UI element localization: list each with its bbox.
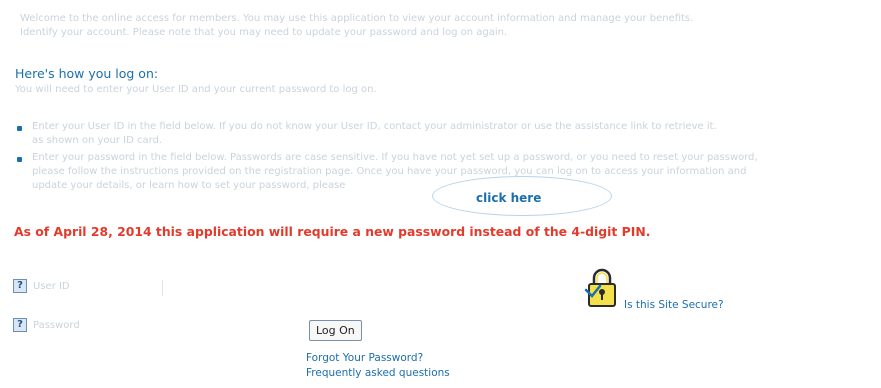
site-secure-link[interactable]: Is this Site Secure? bbox=[624, 299, 724, 311]
bullet-marker bbox=[17, 157, 22, 162]
password-label: Password bbox=[33, 320, 80, 331]
intro-text-line-1: Welcome to the online access for members… bbox=[20, 13, 694, 24]
faq-link[interactable]: Frequently asked questions bbox=[306, 367, 450, 379]
click-here-link[interactable]: click here bbox=[476, 191, 541, 205]
bullet-2-line-2: please follow the instructions provided … bbox=[32, 166, 747, 177]
logon-instructions-subheading: You will need to enter your User ID and … bbox=[15, 84, 377, 95]
password-change-warning: As of April 28, 2014 this application wi… bbox=[14, 224, 651, 239]
log-on-button[interactable]: Log On bbox=[309, 320, 362, 341]
intro-text-line-2: Identify your account. Please note that … bbox=[20, 27, 508, 38]
user-id-input[interactable] bbox=[140, 280, 163, 296]
user-id-label: User ID bbox=[33, 281, 70, 292]
padlock-icon[interactable] bbox=[584, 268, 620, 310]
bullet-1-line-2: as shown on your ID card. bbox=[32, 135, 163, 146]
bullet-marker bbox=[17, 126, 22, 131]
bullet-2-line-3: update your details, or learn how to set… bbox=[32, 180, 346, 191]
bullet-1-line-1: Enter your User ID in the field below. I… bbox=[32, 121, 717, 132]
user-id-help-icon[interactable]: ? bbox=[13, 279, 27, 293]
forgot-password-link[interactable]: Forgot Your Password? bbox=[306, 352, 423, 364]
bullet-2-line-1: Enter your password in the field below. … bbox=[32, 152, 758, 163]
password-help-icon[interactable]: ? bbox=[13, 318, 27, 332]
logon-instructions-heading: Here's how you log on: bbox=[15, 66, 159, 81]
